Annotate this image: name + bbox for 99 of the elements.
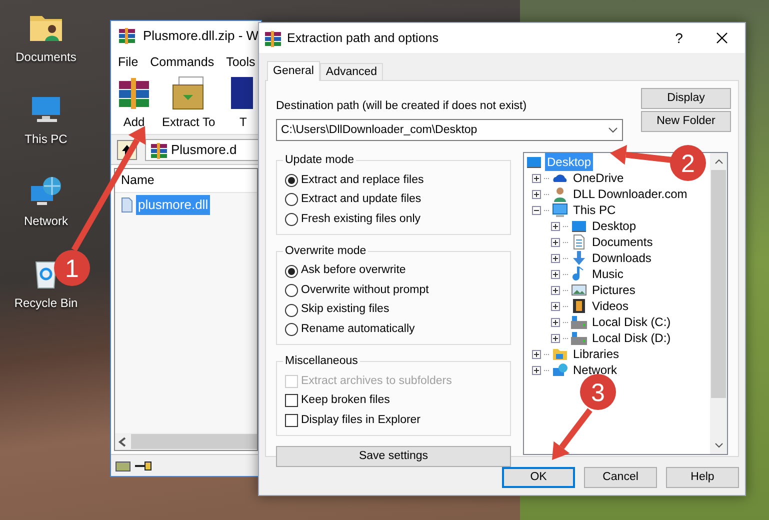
person-icon bbox=[552, 186, 568, 202]
side-button[interactable]: Display bbox=[641, 88, 731, 109]
path-field[interactable]: Plusmore.d bbox=[145, 138, 261, 160]
tree-item[interactable]: This PC bbox=[571, 201, 618, 220]
group-title: Update mode bbox=[284, 153, 356, 168]
download-arrow-icon bbox=[571, 250, 587, 266]
radio-button[interactable] bbox=[285, 304, 298, 316]
radio-button[interactable] bbox=[285, 193, 298, 206]
tree-item[interactable]: DLL Downloader.com bbox=[571, 185, 690, 204]
expand-icon[interactable] bbox=[532, 190, 541, 199]
tree-item[interactable]: Pictures bbox=[590, 281, 638, 300]
pointer-arrow bbox=[610, 144, 672, 165]
tree-item[interactable]: Videos bbox=[590, 297, 630, 316]
checkbox[interactable] bbox=[285, 394, 298, 408]
toolbar-button[interactable]: T bbox=[225, 75, 261, 131]
menu-item[interactable]: Commands bbox=[150, 52, 214, 72]
desktop-icon-label[interactable]: This PC bbox=[24, 130, 68, 148]
group-title: Miscellaneous bbox=[284, 354, 359, 370]
expand-icon[interactable] bbox=[551, 222, 560, 231]
step-marker: 3 bbox=[580, 374, 616, 410]
radio-button[interactable] bbox=[285, 264, 298, 278]
tab[interactable]: Advanced bbox=[320, 63, 384, 80]
document-icon bbox=[571, 234, 587, 250]
toolbar-button[interactable]: Extract To bbox=[162, 75, 216, 131]
archive-icon bbox=[149, 140, 167, 158]
monitor-icon bbox=[571, 218, 587, 234]
archive-icon bbox=[117, 26, 137, 46]
dialog-button[interactable]: OK bbox=[502, 467, 575, 488]
collapse-icon[interactable] bbox=[532, 206, 541, 215]
desktop-icon-label[interactable]: Recycle Bin bbox=[14, 294, 78, 312]
option-label: Extract and replace files bbox=[301, 172, 424, 188]
dialog-button[interactable]: Cancel bbox=[584, 467, 657, 488]
option-label: Display files in Explorer bbox=[301, 412, 421, 428]
horizontal-scrollbar[interactable] bbox=[115, 433, 257, 450]
expand-icon[interactable] bbox=[551, 238, 560, 247]
menu-item[interactable]: File bbox=[118, 52, 138, 72]
step-marker: 1 bbox=[54, 250, 90, 286]
save-settings-button[interactable]: Save settings bbox=[276, 446, 511, 467]
books-icon bbox=[116, 75, 152, 111]
expand-icon[interactable] bbox=[551, 270, 560, 279]
monitor-icon bbox=[526, 154, 542, 170]
desktop-icon-label[interactable]: Documents bbox=[16, 48, 76, 66]
tree-item[interactable]: Desktop bbox=[590, 217, 638, 236]
expand-icon[interactable] bbox=[551, 318, 560, 327]
expand-icon[interactable] bbox=[532, 366, 541, 375]
tree-item[interactable]: Music bbox=[590, 265, 626, 284]
expand-icon[interactable] bbox=[551, 302, 560, 311]
file-icon bbox=[121, 197, 133, 213]
radio-button[interactable] bbox=[285, 284, 298, 297]
option-label: Fresh existing files only bbox=[301, 212, 421, 227]
expand-icon[interactable] bbox=[532, 350, 541, 359]
expand-icon[interactable] bbox=[551, 334, 560, 343]
column-header[interactable]: Name bbox=[121, 171, 154, 190]
tree-item[interactable]: Local Disk (D:) bbox=[590, 329, 673, 348]
archive-icon bbox=[263, 29, 281, 47]
radio-button[interactable] bbox=[285, 212, 298, 226]
checkbox[interactable] bbox=[285, 414, 298, 427]
window-title: Plusmore.dll.zip - W bbox=[143, 27, 259, 46]
folder-icon bbox=[552, 346, 568, 362]
expand-icon[interactable] bbox=[551, 286, 560, 295]
tab[interactable]: General bbox=[267, 61, 320, 81]
desktop-icon-label[interactable]: Network bbox=[24, 212, 68, 230]
help-button[interactable]: ? bbox=[659, 28, 699, 48]
tree-item[interactable]: Downloads bbox=[590, 249, 654, 268]
key-icon bbox=[134, 460, 152, 470]
tree-item[interactable]: OneDrive bbox=[571, 169, 626, 188]
tree-item[interactable]: Documents bbox=[590, 233, 655, 252]
option-label: Extract and update files bbox=[301, 192, 422, 208]
radio-button[interactable] bbox=[285, 323, 298, 336]
option-label: Extract archives to subfolders bbox=[301, 374, 452, 389]
scroll-down-icon bbox=[714, 443, 722, 448]
side-button[interactable]: New Folder bbox=[641, 111, 731, 132]
vertical-scrollbar[interactable] bbox=[710, 153, 727, 454]
expand-icon[interactable] bbox=[551, 254, 560, 263]
option-label: Ask before overwrite bbox=[301, 263, 406, 278]
radio-button[interactable] bbox=[285, 174, 298, 187]
toolbar-button[interactable]: Add bbox=[116, 75, 152, 131]
option-label: Keep broken files bbox=[301, 393, 390, 408]
network-icon bbox=[552, 362, 568, 378]
tree-item[interactable]: Libraries bbox=[571, 345, 622, 364]
scroll-up-icon bbox=[714, 159, 722, 164]
destination-combobox[interactable]: C:\Users\DllDownloader_com\Desktop bbox=[276, 119, 623, 142]
option-label: Rename automatically bbox=[301, 322, 415, 337]
window-title: Extraction path and options bbox=[287, 30, 440, 47]
monitor-icon bbox=[552, 202, 568, 218]
picture-icon bbox=[571, 282, 587, 298]
film-icon bbox=[571, 298, 587, 314]
expand-icon[interactable] bbox=[532, 174, 541, 183]
step-marker: 2 bbox=[670, 145, 706, 181]
close-icon bbox=[716, 32, 728, 44]
option-label: Skip existing files bbox=[301, 302, 390, 318]
dialog-button[interactable]: Help bbox=[666, 467, 739, 488]
dropdown-caret-icon bbox=[608, 127, 618, 134]
tree-item[interactable]: Local Disk (C:) bbox=[590, 313, 673, 332]
field-label: Destination path (will be created if does not exist) bbox=[276, 99, 528, 114]
group-title: Overwrite mode bbox=[284, 244, 368, 259]
pointer-arrow bbox=[552, 408, 592, 460]
menu-item[interactable]: Tools bbox=[226, 52, 256, 72]
option-label: Overwrite without prompt bbox=[301, 282, 429, 298]
